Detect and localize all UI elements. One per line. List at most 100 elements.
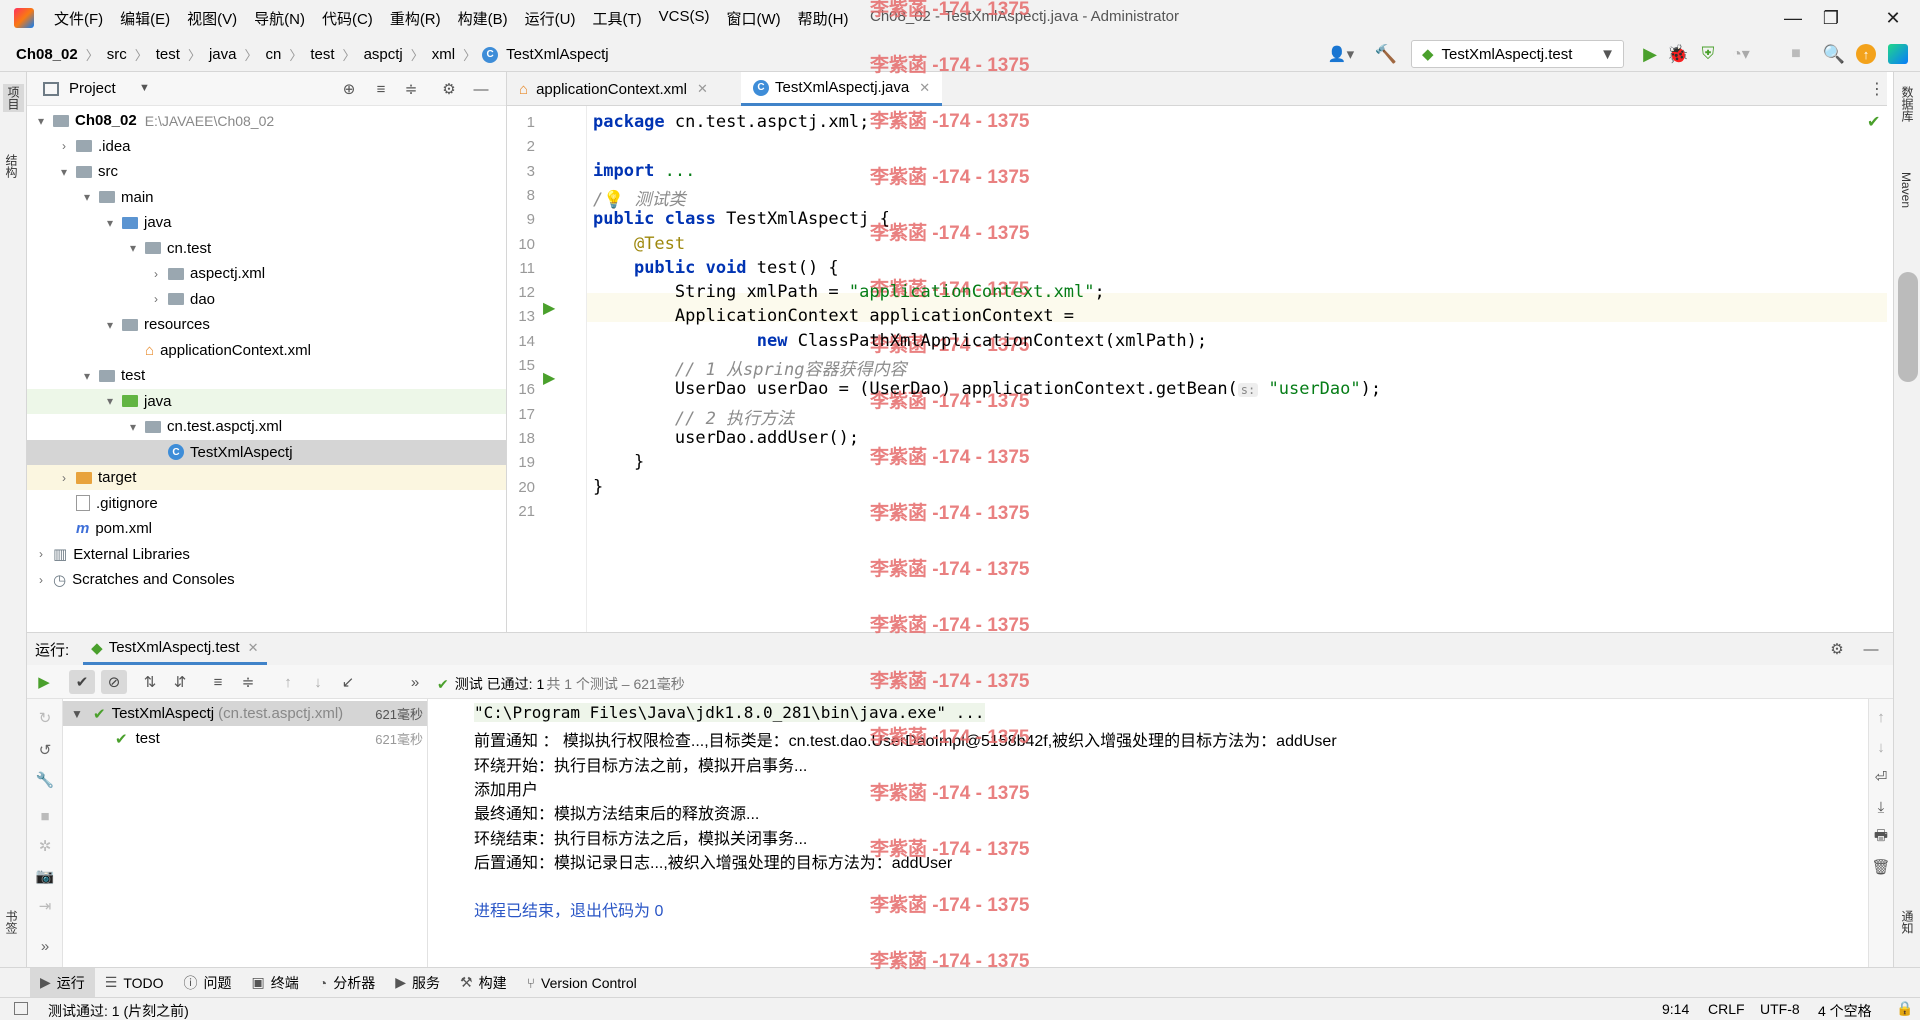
update-icon[interactable]: ↑ [1856,44,1876,64]
breadcrumb-item[interactable]: aspctj [364,46,403,63]
menu-item[interactable]: 视图(V) [187,8,237,29]
exit-icon[interactable]: ⇥ [34,895,56,917]
chevron-down-icon[interactable]: ▾ [79,369,95,383]
tree-item[interactable]: ▾ cn.test.aspctj.xml [27,414,506,439]
tree-item[interactable]: C TestXmlAspectj [27,439,506,465]
gear-icon[interactable]: ⚙ [439,79,459,99]
expand-all-icon[interactable]: ≡ [371,79,391,99]
user-icon[interactable]: 👤▾ [1326,44,1356,64]
jetbrains-icon[interactable] [1888,44,1908,64]
breadcrumb-item[interactable]: TestXmlAspectj [506,46,609,63]
tree-item[interactable]: ▾ java [27,388,506,414]
run-gutter-icon[interactable]: ▶ [543,298,555,318]
test-case-row[interactable]: ✔ test 621毫秒 [63,726,427,751]
collapse-all-icon[interactable]: ≑ [401,79,421,99]
soft-wrap-icon[interactable]: ⏎ [1871,767,1891,787]
import-tests-icon[interactable]: ↙ [337,671,359,693]
test-suite-row[interactable]: ▼ ✔ TestXmlAspectj (cn.test.aspctj.xml) … [63,701,427,726]
menu-item[interactable]: 运行(U) [525,8,576,29]
previous-failed-icon[interactable]: ↑ [277,671,299,693]
tree-item[interactable]: › .idea [27,134,506,159]
tree-item[interactable]: ▾ src [27,159,506,184]
print-icon[interactable]: 🖶 [1871,827,1891,847]
run-configuration-select[interactable]: ◆ TestXmlAspectj.test ▼ [1411,40,1624,68]
tool-profiler[interactable]: ◔ 分析器 [309,968,385,998]
lock-icon[interactable]: 🔒 [1896,1000,1913,1017]
rerun-icon[interactable]: ▶ [33,671,55,693]
run-icon[interactable]: ▶ [1638,42,1662,66]
tree-item[interactable]: › aspectj.xml [27,261,506,286]
menu-item[interactable]: 构建(B) [458,8,508,29]
tool-services[interactable]: ▶ 服务 [385,968,450,998]
status-panel-icon[interactable] [14,1002,28,1015]
wrench-icon[interactable]: 🔧 [34,769,56,791]
expand-all-icon[interactable]: ≡ [207,671,229,693]
tree-item[interactable]: › ▥ External Libraries [27,542,506,567]
debug-icon[interactable]: 🐞 [1666,42,1690,66]
show-ignored-icon[interactable]: ⊘ [101,670,127,694]
tree-item[interactable]: m pom.xml [27,516,506,541]
tree-item[interactable]: .gitignore [27,491,506,516]
chevron-down-icon[interactable]: ▾ [79,190,95,204]
chevron-down-icon[interactable]: ▾ [56,165,72,179]
database-tool-tab[interactable]: 数据库 [1899,86,1916,122]
menu-item[interactable]: 窗口(W) [726,8,780,29]
notifications-tool-tab[interactable]: 通知 [1899,910,1916,934]
tool-build[interactable]: ⚒ 构建 [450,968,517,998]
menu-item[interactable]: 帮助(H) [798,8,849,29]
tree-item[interactable]: ▾ test [27,363,506,388]
file-encoding[interactable]: UTF-8 [1760,1001,1800,1017]
chevron-right-icon[interactable]: › [148,292,164,306]
menu-item[interactable]: 工具(T) [592,8,641,29]
tree-item[interactable]: ▾ java [27,210,506,235]
maximize-button[interactable]: ❐ [1808,4,1854,32]
close-tab-icon[interactable]: ✕ [919,80,930,96]
close-tab-icon[interactable]: ✕ [697,81,708,97]
camera-icon[interactable]: 📷 [34,865,56,887]
structure-tool-tab[interactable]: 结构 [3,154,20,178]
toggle-autotest-icon[interactable]: ↺ [34,739,56,761]
rerun-failed-icon[interactable]: ↻ [34,707,56,729]
bookmarks-tool-tab[interactable]: 书签 [3,910,20,934]
sort-alpha-icon[interactable]: ⇅ [139,671,161,693]
stop-icon[interactable]: ■ [1784,42,1808,66]
menu-item[interactable]: 重构(R) [390,8,441,29]
menu-item[interactable]: 文件(F) [54,8,103,29]
breadcrumb-item[interactable]: test [156,46,180,63]
scroll-down-icon[interactable]: ↓ [1871,737,1891,757]
chevron-down-icon[interactable]: ▾ [102,394,118,408]
menu-item[interactable]: VCS(S) [659,8,710,29]
breadcrumb-item[interactable]: xml [432,46,455,63]
tree-item[interactable]: ⌂ applicationContext.xml [27,338,506,363]
project-panel-title[interactable]: Project [69,80,116,97]
tool-todo[interactable]: ☰ TODO [95,968,174,998]
tree-item[interactable]: › ◷ Scratches and Consoles [27,567,506,592]
tool-run[interactable]: ▶ 运行 [30,967,95,998]
coverage-icon[interactable]: ⛨ [1696,42,1720,66]
run-gutter-icon[interactable]: ▶ [543,368,555,388]
build-hammer-icon[interactable]: 🔨 [1374,42,1398,66]
breadcrumb-item[interactable]: src [107,46,127,63]
locate-icon[interactable]: ⊕ [339,79,359,99]
tree-item[interactable]: ▾ resources [27,312,506,337]
tree-item[interactable]: › dao [27,287,506,312]
tree-item[interactable]: ▾ cn.test [27,236,506,261]
hide-panel-icon[interactable]: — [471,79,491,99]
sort-duration-icon[interactable]: ⇵ [169,671,191,693]
tab-application-context-xml[interactable]: ⌂ applicationContext.xml ✕ [507,72,720,106]
caret-position[interactable]: 9:14 [1662,1001,1689,1017]
tree-item[interactable]: ▾ Ch08_02 E:\JAVAEE\Ch08_02 [27,108,506,133]
chevron-down-icon[interactable]: ▾ [102,216,118,230]
menu-item[interactable]: 导航(N) [254,8,305,29]
show-passed-icon[interactable]: ✔ [69,670,95,694]
stop-icon[interactable]: ■ [34,805,56,827]
trash-icon[interactable]: 🗑 [1871,857,1891,877]
breadcrumb-item[interactable]: java [209,46,237,63]
more-icon[interactable]: » [34,935,56,957]
chevron-down-icon[interactable]: ▾ [33,114,49,128]
run-tab[interactable]: ◆ TestXmlAspectj.test ✕ [83,633,267,665]
chevron-right-icon[interactable]: › [33,547,49,561]
gear-icon[interactable]: ⚙ [1827,639,1847,659]
breadcrumb-item[interactable]: cn [266,46,282,63]
tool-problems[interactable]: ⓘ 问题 [174,968,242,998]
